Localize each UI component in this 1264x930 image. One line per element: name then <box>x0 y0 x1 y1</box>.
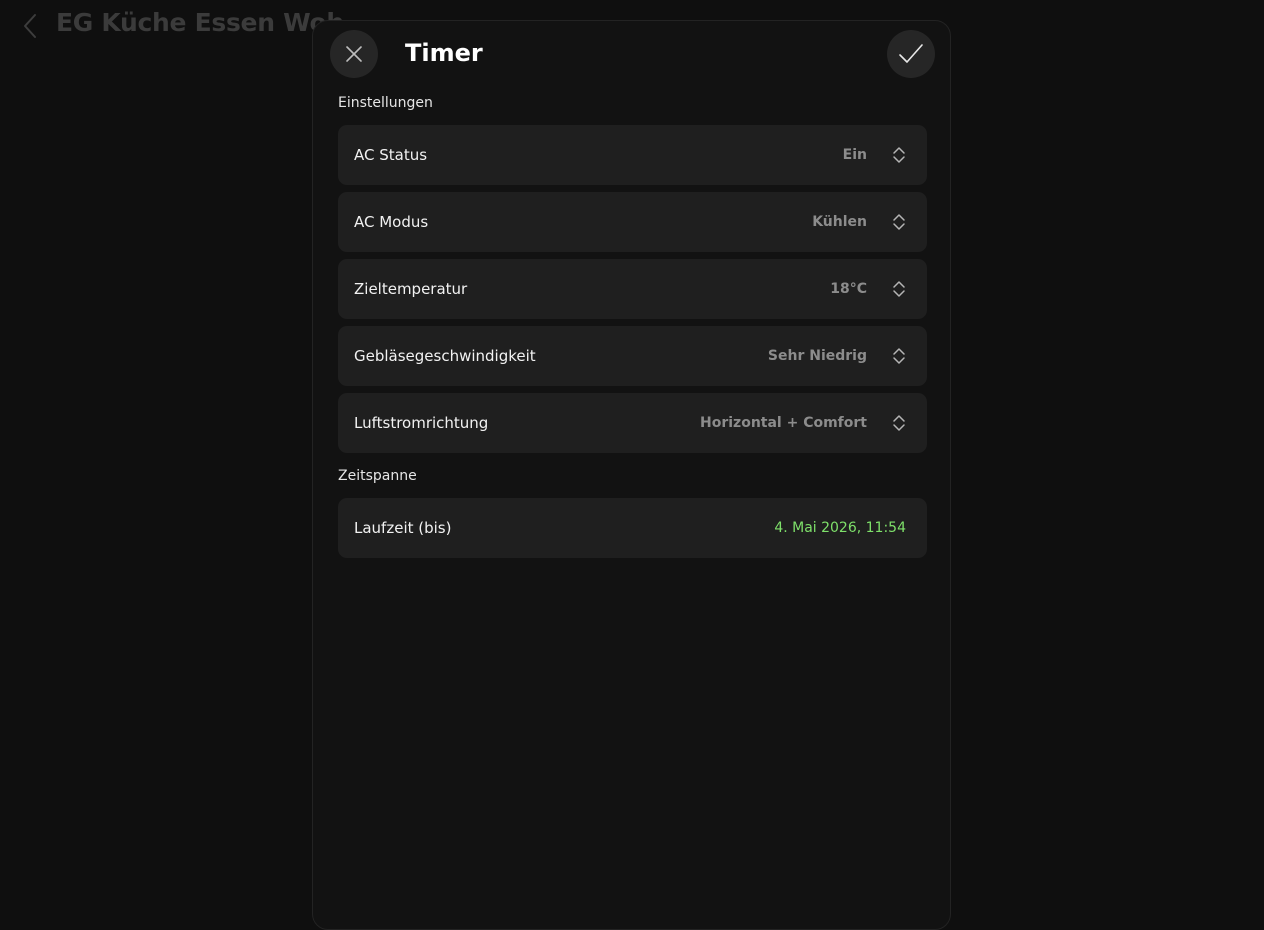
setting-row-fan-speed[interactable]: Gebläsegeschwindigkeit Sehr Niedrig <box>338 326 927 386</box>
setting-row-airflow-direction[interactable]: Luftstromrichtung Horizontal + Comfort <box>338 393 927 453</box>
chevron-left-icon <box>24 14 36 38</box>
section-label-settings: Einstellungen <box>338 95 433 111</box>
row-label: Gebläsegeschwindigkeit <box>354 347 536 365</box>
chevron-up-down-icon <box>891 279 907 299</box>
row-label: Luftstromrichtung <box>354 414 489 432</box>
row-label: AC Status <box>354 146 428 164</box>
row-label: Laufzeit (bis) <box>354 519 452 537</box>
row-value: Horizontal + Comfort <box>700 415 867 431</box>
checkmark-icon <box>899 44 923 63</box>
row-value: 18°C <box>830 281 867 297</box>
chevron-up-down-icon <box>891 413 907 433</box>
close-button[interactable] <box>330 30 378 78</box>
chevron-up-down-icon <box>891 346 907 366</box>
row-label: Zieltemperatur <box>354 280 468 298</box>
chevron-up-down-icon <box>891 212 907 232</box>
sheet-title: Timer <box>405 39 483 67</box>
timer-sheet: Timer Einstellungen AC Status Ein AC Mod… <box>312 20 951 930</box>
setting-row-ac-status[interactable]: AC Status Ein <box>338 125 927 185</box>
setting-row-ac-mode[interactable]: AC Modus Kühlen <box>338 192 927 252</box>
row-label: AC Modus <box>354 213 429 231</box>
chevron-up-down-icon <box>891 145 907 165</box>
section-label-timespan: Zeitspanne <box>338 468 417 484</box>
row-value: Sehr Niedrig <box>767 348 867 364</box>
setting-row-target-temperature[interactable]: Zieltemperatur 18°C <box>338 259 927 319</box>
runtime-value: 4. Mai 2026, 11:54 <box>774 520 906 536</box>
back-button[interactable] <box>18 12 42 40</box>
runtime-row[interactable]: Laufzeit (bis) 4. Mai 2026, 11:54 <box>338 498 927 558</box>
row-value: Kühlen <box>812 214 867 230</box>
row-value: Ein <box>842 147 867 163</box>
confirm-button[interactable] <box>887 30 935 78</box>
close-icon <box>346 46 362 62</box>
background-page-title: EG Küche Essen Woh <box>56 8 344 37</box>
